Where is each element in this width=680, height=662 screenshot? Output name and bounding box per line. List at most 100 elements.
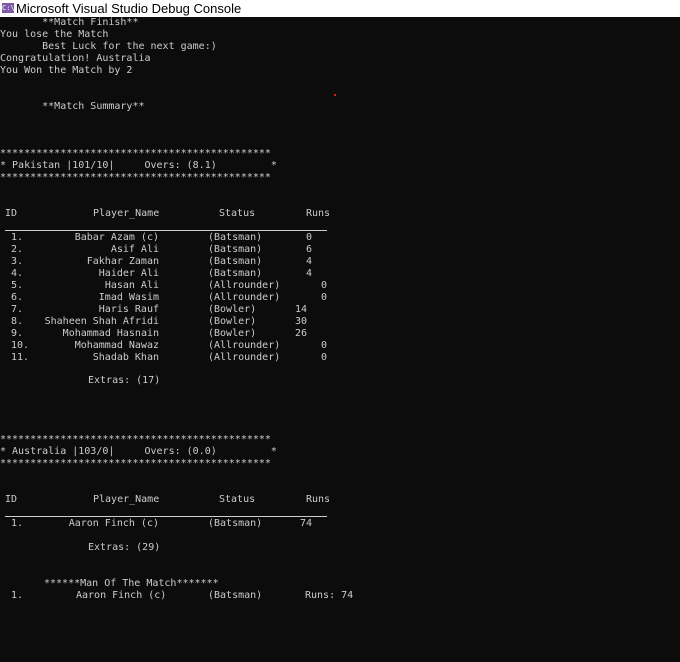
player-id: 2. — [11, 244, 24, 255]
console-output: **Match Finish** You lose the Match Best… — [0, 17, 680, 615]
table-row: 11. Shadab Khan (Allrounder) 0 — [0, 352, 680, 364]
match-summary-heading: **Match Summary** — [0, 101, 145, 112]
player-id: 10. — [11, 340, 30, 351]
table-header: ID Player_Name Status Runs — [0, 208, 680, 220]
player-runs: 6 — [306, 244, 313, 255]
luck-line: Best Luck for the next game:) — [0, 41, 217, 52]
player-runs: 0 — [321, 280, 328, 291]
window-title: Microsoft Visual Studio Debug Console — [16, 1, 242, 16]
motm-heading-text: ******Man Of The Match******* — [44, 578, 219, 589]
player-status: (Batsman) — [208, 256, 263, 267]
player-id: 3. — [11, 256, 24, 267]
header-status: Status — [219, 494, 256, 505]
player-id: 5. — [11, 280, 24, 291]
motm-name: Aaron Finch (c) — [76, 590, 167, 601]
player-name: Haider Ali — [98, 268, 159, 279]
player-status: (Batsman) — [208, 518, 263, 529]
team1-extras: Extras: (17) — [0, 375, 680, 387]
player-runs: 0 — [306, 232, 313, 243]
player-status: (Batsman) — [208, 244, 263, 255]
player-name: Asif Ali — [110, 244, 159, 255]
header-status: Status — [219, 208, 256, 219]
player-name: Aaron Finch (c) — [68, 518, 159, 529]
player-runs: 4 — [306, 256, 313, 267]
player-name: Haris Rauf — [98, 304, 159, 315]
stars-line: ****************************************… — [0, 148, 271, 159]
player-id: 11. — [11, 352, 30, 363]
player-status: (Allrounder) — [208, 352, 281, 363]
player-name: Babar Azam (c) — [74, 232, 159, 243]
header-runs: Runs — [306, 208, 331, 219]
table-row: 10. Mohammad Nawaz (Allrounder) 0 — [0, 340, 680, 352]
player-runs: 14 — [295, 304, 308, 315]
player-id: 4. — [11, 268, 24, 279]
player-runs: 4 — [306, 268, 313, 279]
player-id: 7. — [11, 304, 24, 315]
motm-heading: ******Man Of The Match******* — [0, 578, 680, 590]
red-dot-artifact — [334, 94, 336, 96]
table-row: 3. Fakhar Zaman (Batsman) 4 — [0, 256, 680, 268]
motm-status: (Batsman) — [208, 590, 263, 601]
player-status: (Bowler) — [208, 304, 257, 315]
player-status: (Allrounder) — [208, 340, 281, 351]
player-runs: 26 — [295, 328, 308, 339]
match-finish-line: **Match Finish** — [0, 17, 139, 28]
player-id: 6. — [11, 292, 24, 303]
player-name: Shaheen Shah Afridi — [44, 316, 159, 327]
player-name: Mohammad Hasnain — [62, 328, 159, 339]
player-name: Hasan Ali — [104, 280, 159, 291]
stars-line: ****************************************… — [0, 458, 271, 469]
team1-banner: * Pakistan |101/10| Overs: (8.1) * — [0, 160, 277, 171]
table-row: 1. Babar Azam (c) (Batsman) 0 — [0, 232, 680, 244]
player-status: (Batsman) — [208, 268, 263, 279]
player-id: 9. — [11, 328, 24, 339]
header-name: Player_Name — [93, 208, 160, 219]
player-status: (Batsman) — [208, 232, 263, 243]
player-id: 8. — [11, 316, 24, 327]
table-row: 1. Aaron Finch (c) (Batsman) 74 — [0, 518, 680, 530]
table-row: 4. Haider Ali (Batsman) 4 — [0, 268, 680, 280]
window-titlebar: C:\ Microsoft Visual Studio Debug Consol… — [0, 0, 680, 17]
won-line: You Won the Match by 2 — [0, 65, 133, 76]
motm-row: 1. Aaron Finch (c) (Batsman) Runs: 74 — [0, 590, 680, 602]
vs-debug-console-icon: C:\ — [2, 3, 15, 13]
extras-text: Extras: (17) — [88, 375, 161, 386]
team2-banner: * Australia |103/0| Overs: (0.0) * — [0, 446, 277, 457]
table-row: 2. Asif Ali (Batsman) 6 — [0, 244, 680, 256]
extras-text: Extras: (29) — [88, 542, 161, 553]
table-row: 6. Imad Wasim (Allrounder) 0 — [0, 292, 680, 304]
stars-line: ****************************************… — [0, 434, 271, 445]
player-runs: 0 — [321, 292, 328, 303]
player-runs: 30 — [295, 316, 308, 327]
player-runs: 0 — [321, 352, 328, 363]
player-name: Imad Wasim — [98, 292, 159, 303]
table-header: ID Player_Name Status Runs — [0, 494, 680, 506]
header-runs: Runs — [306, 494, 331, 505]
player-runs: 0 — [321, 340, 328, 351]
player-runs: 74 — [300, 518, 313, 529]
lose-line: You lose the Match — [0, 29, 109, 40]
player-status: (Bowler) — [208, 316, 257, 327]
player-id: 1. — [11, 518, 24, 529]
table-row: 9. Mohammad Hasnain (Bowler) 26 — [0, 328, 680, 340]
table-rule — [5, 230, 327, 231]
table-rule — [5, 516, 327, 517]
player-status: (Bowler) — [208, 328, 257, 339]
table-row: 7. Haris Rauf (Bowler) 14 — [0, 304, 680, 316]
motm-id: 1. — [11, 590, 24, 601]
header-id: ID — [5, 208, 18, 219]
player-status: (Allrounder) — [208, 280, 281, 291]
table-row: 8. Shaheen Shah Afridi (Bowler) 30 — [0, 316, 680, 328]
stars-line: ****************************************… — [0, 172, 271, 183]
player-id: 1. — [11, 232, 24, 243]
player-name: Fakhar Zaman — [86, 256, 159, 267]
header-name: Player_Name — [93, 494, 160, 505]
player-status: (Allrounder) — [208, 292, 281, 303]
header-id: ID — [5, 494, 18, 505]
congrats-line: Congratulation! Australia — [0, 53, 151, 64]
team2-extras: Extras: (29) — [0, 542, 680, 554]
motm-runs: Runs: 74 — [305, 590, 354, 601]
player-name: Mohammad Nawaz — [74, 340, 159, 351]
table-row: 5. Hasan Ali (Allrounder) 0 — [0, 280, 680, 292]
player-name: Shadab Khan — [92, 352, 159, 363]
